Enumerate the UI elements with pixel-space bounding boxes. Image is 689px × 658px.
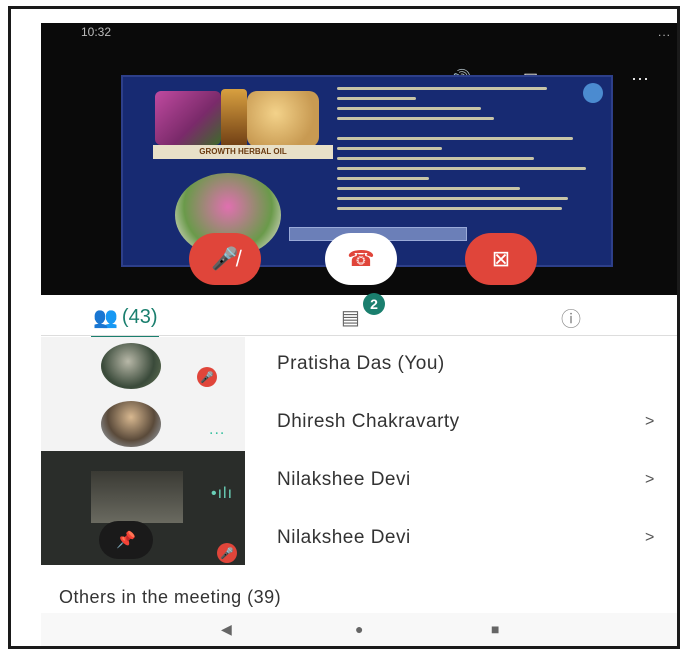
status-time: 10:32 bbox=[81, 25, 112, 39]
participant-name: Nilakshee Devi bbox=[277, 469, 411, 490]
chevron-right-icon[interactable]: > bbox=[645, 413, 654, 431]
meeting-tabs: 👥 (43) ▤ 2 ⓘ bbox=[41, 293, 677, 339]
people-icon: 👥 bbox=[93, 306, 118, 329]
tab-chat[interactable]: ▤ 2 bbox=[341, 293, 385, 333]
end-call-button[interactable]: ☎ bbox=[325, 233, 397, 285]
pin-icon: 📌 bbox=[116, 532, 136, 549]
pin-button[interactable]: 📌 bbox=[99, 521, 153, 559]
end-call-icon: ☎ bbox=[347, 246, 375, 271]
participant-tile: ... bbox=[41, 395, 245, 453]
participant-camera-feed bbox=[91, 471, 183, 523]
oil-bottle-image bbox=[221, 89, 247, 149]
more-vert-icon[interactable]: ⋯ bbox=[631, 69, 649, 90]
recents-icon[interactable]: ■ bbox=[491, 621, 499, 637]
slide-caption: GROWTH HERBAL OIL bbox=[153, 145, 333, 159]
tab-info[interactable]: ⓘ bbox=[561, 301, 581, 333]
slide-text-lines bbox=[337, 87, 599, 217]
info-icon: ⓘ bbox=[561, 308, 581, 331]
camera-button[interactable]: ⊠ bbox=[465, 233, 537, 285]
android-nav-bar: ◀ ● ■ bbox=[41, 613, 677, 646]
speaking-indicator-icon: ... bbox=[209, 421, 226, 438]
video-area: 10:32 ... 🔊 ▣ ⋯ GROWTH HERBAL OIL bbox=[41, 23, 677, 295]
participant-row[interactable]: 🎤 Pratisha Das (You) bbox=[41, 337, 677, 395]
status-icons: ... bbox=[657, 25, 671, 39]
mic-off-icon: 🎤̸ bbox=[211, 246, 239, 271]
mute-button[interactable]: 🎤̸ bbox=[189, 233, 261, 285]
status-bar: 10:32 ... bbox=[81, 23, 677, 41]
chevron-right-icon[interactable]: > bbox=[645, 529, 654, 547]
mic-off-icon: 🎤 bbox=[217, 543, 237, 563]
speaking-indicator-icon: •ılı bbox=[211, 485, 234, 502]
videocam-off-icon: ⊠ bbox=[491, 246, 511, 271]
participant-name: Nilakshee Devi bbox=[277, 527, 411, 548]
presenter-dot bbox=[583, 83, 603, 103]
back-icon[interactable]: ◀ bbox=[221, 621, 232, 638]
tab-people[interactable]: 👥 (43) bbox=[91, 301, 160, 339]
chat-icon: ▤ bbox=[341, 306, 360, 329]
participant-tile: 🎤 bbox=[41, 337, 245, 395]
participant-video-tile: •ılı 📌 🎤 bbox=[41, 451, 245, 565]
ginger-image bbox=[247, 91, 319, 147]
avatar bbox=[101, 343, 161, 389]
screenshot-frame: 10:32 ... 🔊 ▣ ⋯ GROWTH HERBAL OIL bbox=[8, 6, 680, 649]
home-icon[interactable]: ● bbox=[355, 621, 363, 637]
participant-row[interactable]: ... Dhiresh Chakravarty > bbox=[41, 395, 677, 453]
mic-off-icon: 🎤 bbox=[197, 367, 217, 387]
avatar bbox=[101, 401, 161, 447]
participant-name: Dhiresh Chakravarty bbox=[277, 411, 460, 432]
flower-image bbox=[155, 91, 221, 145]
others-in-meeting-label[interactable]: Others in the meeting (39) bbox=[59, 587, 281, 608]
people-count: (43) bbox=[121, 305, 158, 328]
participant-name: Pratisha Das (You) bbox=[277, 353, 445, 374]
chat-unread-badge: 2 bbox=[363, 293, 385, 315]
chevron-right-icon[interactable]: > bbox=[645, 471, 654, 489]
